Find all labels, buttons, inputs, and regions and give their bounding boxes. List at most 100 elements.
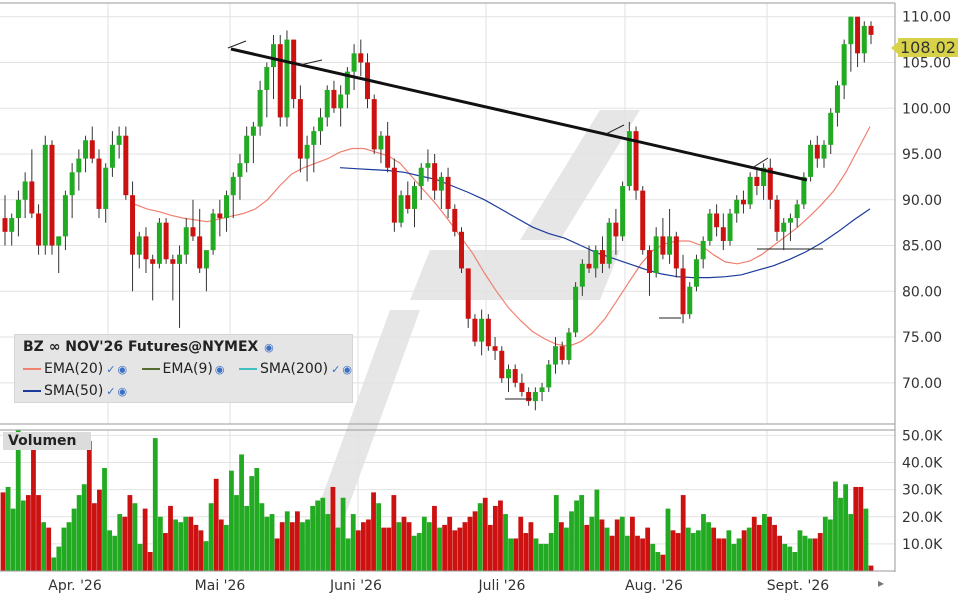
volume-bar bbox=[731, 543, 737, 571]
volume-bar bbox=[340, 497, 346, 571]
candle-body bbox=[56, 236, 62, 246]
candle-body bbox=[36, 213, 42, 246]
volume-bar bbox=[81, 484, 87, 571]
candle-body bbox=[49, 144, 55, 246]
settings-icon[interactable]: ◉ bbox=[342, 363, 352, 376]
candle-body bbox=[787, 218, 793, 223]
price-tick-label: 85.00 bbox=[902, 239, 942, 255]
volume-bar bbox=[457, 527, 463, 571]
volume-bar bbox=[741, 530, 747, 571]
volume-bar bbox=[193, 524, 199, 571]
volume-bar bbox=[442, 524, 448, 571]
price-tick-label: 110.00 bbox=[902, 10, 951, 26]
volume-bar bbox=[594, 489, 600, 571]
volume-bar bbox=[239, 454, 244, 571]
settings-icon[interactable]: ◉ bbox=[118, 385, 128, 398]
volume-bar bbox=[31, 438, 36, 571]
volume-bar bbox=[635, 535, 640, 571]
price-tick-label: 100.00 bbox=[902, 101, 951, 117]
volume-bar bbox=[229, 470, 234, 571]
settings-icon[interactable]: ◉ bbox=[117, 363, 127, 376]
legend-row: SMA(50) ✓ ◉ bbox=[23, 383, 137, 399]
candle-body bbox=[264, 67, 270, 90]
candle-body bbox=[754, 176, 760, 187]
volume-bar bbox=[655, 552, 661, 571]
time-tick-label: Juli '26 bbox=[478, 578, 526, 594]
candle-body bbox=[707, 213, 713, 241]
candle-body bbox=[297, 99, 303, 159]
price-tick-label: 80.00 bbox=[902, 284, 942, 300]
legend-item-sma50[interactable]: SMA(50) ✓ ◉ bbox=[23, 383, 127, 399]
volume-bar bbox=[203, 541, 209, 571]
candle-body bbox=[526, 391, 532, 402]
volume-bar bbox=[645, 527, 651, 571]
candle-body bbox=[412, 186, 418, 209]
volume-bar bbox=[767, 516, 772, 571]
volume-bar bbox=[640, 538, 645, 571]
volume-bar bbox=[46, 527, 52, 571]
candle-body bbox=[472, 318, 478, 342]
chart-canvas: 70.00 75.00 80.00 85.00 90.00 95.00 100.00 105.… bbox=[0, 0, 960, 600]
candle-body bbox=[210, 213, 216, 251]
price-tick-label: 75.00 bbox=[902, 330, 942, 346]
candle-body bbox=[291, 39, 297, 100]
candle-body bbox=[579, 263, 585, 287]
volume-bar bbox=[665, 508, 671, 571]
volume-bar bbox=[396, 522, 402, 571]
legend-item-ema9[interactable]: EMA(9) ◉ bbox=[141, 361, 225, 377]
legend-item-sma200[interactable]: SMA(200) ✓ ◉ bbox=[238, 361, 352, 377]
volume-bar bbox=[787, 546, 793, 571]
volume-bar bbox=[86, 440, 92, 571]
volume-bar bbox=[462, 522, 468, 571]
candle-body bbox=[170, 259, 176, 264]
candle-body bbox=[667, 236, 673, 255]
volume-bar bbox=[853, 486, 859, 571]
volume-bar bbox=[574, 500, 579, 571]
candle-body bbox=[311, 131, 317, 145]
legend-label: SMA(200) bbox=[259, 361, 329, 377]
candle-body bbox=[143, 236, 149, 260]
candle-body bbox=[586, 263, 592, 269]
volume-bar bbox=[122, 516, 128, 571]
candle-body bbox=[700, 240, 706, 260]
volume-bar bbox=[350, 514, 356, 571]
last-price-badge: 108.02 bbox=[898, 38, 958, 57]
volume-tick-label: 30.0K bbox=[902, 483, 943, 499]
volume-bar bbox=[132, 503, 138, 571]
settings-icon[interactable]: ◉ bbox=[260, 341, 274, 354]
candle-body bbox=[250, 126, 256, 136]
volume-bar bbox=[630, 516, 635, 571]
candle-body bbox=[304, 144, 310, 159]
volume-bar bbox=[472, 511, 478, 571]
volume-bar bbox=[360, 522, 366, 571]
volume-bar bbox=[447, 516, 453, 571]
volume-bar bbox=[218, 519, 224, 571]
volume-bar bbox=[411, 535, 417, 571]
volume-bar bbox=[838, 497, 843, 571]
volume-bar bbox=[452, 530, 458, 571]
legend-title: BZ ∞ NOV'26 Futures@NYMEX ◉ bbox=[23, 339, 274, 355]
volume-bar bbox=[112, 535, 118, 571]
scroll-right-icon[interactable]: ▸ bbox=[878, 576, 884, 590]
candle-body bbox=[197, 236, 203, 269]
volume-bar bbox=[762, 514, 767, 571]
settings-icon[interactable]: ◉ bbox=[215, 363, 225, 376]
time-tick-label: Aug. '26 bbox=[625, 578, 683, 594]
candle-body bbox=[150, 259, 156, 264]
volume-bar bbox=[279, 522, 285, 571]
candle-body bbox=[599, 250, 605, 264]
volume-bar bbox=[421, 516, 427, 571]
legend-item-ema20[interactable]: EMA(20) ✓ ◉ bbox=[23, 361, 127, 377]
volume-bar bbox=[746, 527, 752, 571]
candle-body bbox=[324, 89, 330, 118]
candle-body bbox=[109, 144, 115, 168]
time-tick-label: Apr. '26 bbox=[48, 578, 102, 594]
candle-body bbox=[808, 144, 814, 177]
candle-body bbox=[727, 213, 733, 241]
volume-bar bbox=[467, 516, 473, 571]
volume-bar bbox=[416, 533, 422, 571]
volume-bar bbox=[97, 489, 102, 571]
volume-bar bbox=[41, 522, 47, 571]
candle-body bbox=[693, 259, 699, 287]
candle-body bbox=[257, 89, 263, 127]
